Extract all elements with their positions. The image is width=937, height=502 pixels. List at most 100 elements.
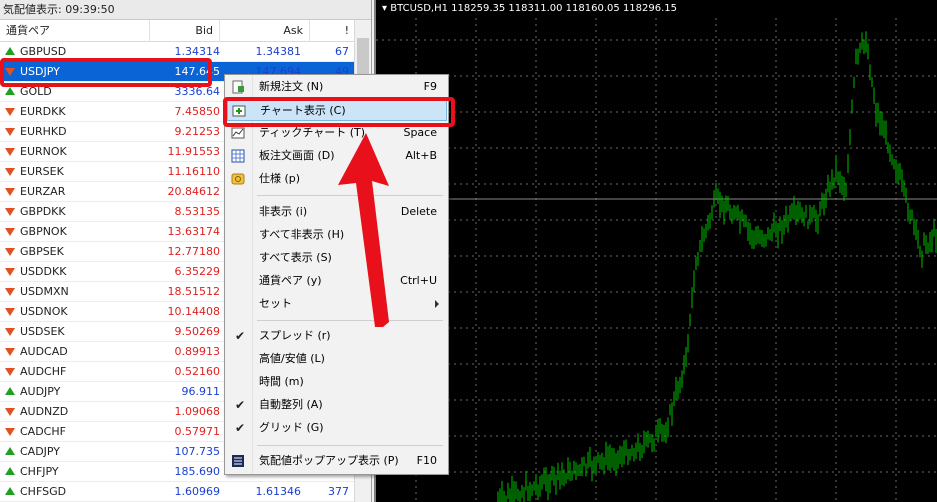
menu-item-label: 自動整列 (A)	[259, 398, 323, 411]
symbol-name: GBPSEK	[20, 245, 64, 258]
market-watch-row[interactable]: CHFSGD 1.60969 1.61346 377	[0, 482, 355, 502]
symbol-name: CADCHF	[20, 425, 66, 438]
symbol-name: USDSEK	[20, 325, 65, 338]
chart-title-text: BTCUSD,H1 118259.35 118311.00 118160.05 …	[390, 3, 678, 14]
menu-item-label: グリッド (G)	[259, 421, 324, 434]
arrow-down-icon	[5, 168, 15, 176]
symbol-name: EURHKD	[20, 125, 67, 138]
popup-prices-icon	[231, 454, 245, 468]
bid-price: 185.690	[174, 465, 221, 478]
symbol-name: GBPNOK	[20, 225, 67, 238]
arrow-down-icon	[5, 248, 15, 256]
new-order-icon	[231, 80, 245, 94]
bid-price: 9.50269	[174, 325, 221, 338]
symbol-name: EURZAR	[20, 185, 66, 198]
column-header-symbol[interactable]: 通貨ペア	[0, 20, 150, 42]
menu-item[interactable]: 高値/安値 (L)	[227, 348, 447, 370]
menu-item[interactable]: すべて非表示 (H)	[227, 224, 447, 246]
menu-item[interactable]: ティックチャート (T) Space	[227, 122, 447, 144]
symbol-name: CADJPY	[20, 445, 61, 458]
market-watch-header: 通貨ペア Bid Ask !	[0, 20, 355, 42]
arrow-down-icon	[5, 148, 15, 156]
column-header-ask[interactable]: Ask	[220, 20, 310, 42]
menu-item-label: 仕様 (p)	[259, 172, 301, 185]
menu-item-label: セット	[259, 297, 292, 310]
symbol-name: EURNOK	[20, 145, 67, 158]
ask-price: 1.34381	[255, 45, 302, 58]
symbol-name: AUDNZD	[20, 405, 69, 418]
menu-item-label: 通貨ペア (y)	[259, 274, 322, 287]
arrow-down-icon	[5, 288, 15, 296]
bid-price: 1.34314	[174, 45, 221, 58]
menu-item[interactable]: ✔ 自動整列 (A)	[227, 394, 447, 416]
market-watch-row[interactable]: GBPUSD 1.34314 1.34381 67	[0, 42, 355, 62]
ask-price: 1.61346	[255, 485, 302, 498]
bid-price: 20.84612	[167, 185, 221, 198]
menu-item[interactable]: すべて表示 (S)	[227, 247, 447, 269]
menu-item-label: 高値/安値 (L)	[259, 352, 325, 365]
chart-window-icon	[232, 104, 246, 118]
bid-price: 1.60969	[174, 485, 221, 498]
menu-item-label: すべて非表示 (H)	[259, 228, 345, 241]
arrow-down-icon	[5, 308, 15, 316]
symbol-name: USDNOK	[20, 305, 68, 318]
menu-item-label: 非表示 (i)	[259, 205, 308, 218]
menu-item[interactable]: 新規注文 (N) F9	[227, 76, 447, 98]
depth-of-market-icon	[231, 149, 245, 163]
tick-chart-icon	[231, 126, 245, 140]
arrow-up-icon	[5, 387, 15, 395]
bid-price: 3336.64	[174, 85, 221, 98]
bid-price: 13.63174	[167, 225, 221, 238]
arrow-down-icon	[5, 408, 15, 416]
bid-price: 11.16110	[167, 165, 221, 178]
menu-item-label: すべて表示 (S)	[259, 251, 332, 264]
bid-price: 7.45850	[174, 105, 221, 118]
menu-item[interactable]: チャート表示 (C)	[227, 99, 447, 121]
arrow-down-icon	[5, 268, 15, 276]
spread-value: 67	[335, 45, 349, 58]
bid-price: 0.57971	[174, 425, 221, 438]
menu-item[interactable]: セット	[227, 293, 447, 315]
checkmark-icon: ✔	[235, 421, 246, 435]
symbol-name: GOLD	[20, 85, 52, 98]
menu-item[interactable]: 仕様 (p)	[227, 168, 447, 190]
symbol-name: USDMXN	[20, 285, 69, 298]
menu-item[interactable]: 板注文画面 (D) Alt+B	[227, 145, 447, 167]
specification-icon	[231, 172, 245, 186]
chart-title: ▾ BTCUSD,H1 118259.35 118311.00 118160.0…	[382, 3, 678, 14]
menu-item[interactable]: ✔ グリッド (G)	[227, 417, 447, 439]
menu-item-shortcut: F10	[416, 454, 437, 467]
menu-item[interactable]: 気配値ポップアップ表示 (P) F10	[227, 450, 447, 472]
column-header-spread[interactable]: !	[310, 20, 355, 42]
menu-item[interactable]: 通貨ペア (y) Ctrl+U	[227, 270, 447, 292]
chart-window[interactable]: ▾ BTCUSD,H1 118259.35 118311.00 118160.0…	[374, 0, 937, 502]
menu-item-shortcut: Space	[403, 126, 437, 139]
arrow-down-icon	[5, 108, 15, 116]
arrow-down-icon	[5, 128, 15, 136]
symbol-name: EURSEK	[20, 165, 64, 178]
menu-item-label: ティックチャート (T)	[259, 126, 366, 139]
price-chart	[376, 18, 937, 502]
bid-price: 8.53135	[174, 205, 221, 218]
market-watch-title: 気配値表示: 09:39:50	[0, 0, 371, 20]
menu-item[interactable]: 非表示 (i) Delete	[227, 201, 447, 223]
bid-price: 18.51512	[167, 285, 221, 298]
arrow-up-icon	[5, 87, 15, 95]
column-header-bid[interactable]: Bid	[150, 20, 220, 42]
checkmark-icon: ✔	[235, 398, 246, 412]
bid-price: 147.645	[174, 65, 221, 78]
menu-separator	[257, 195, 443, 196]
bid-price: 11.91553	[167, 145, 221, 158]
symbol-name: AUDJPY	[20, 385, 61, 398]
menu-item[interactable]: ✔ スプレッド (r)	[227, 325, 447, 347]
submenu-arrow-icon	[435, 300, 439, 308]
menu-item-shortcut: Alt+B	[405, 149, 437, 162]
context-menu: 新規注文 (N) F9 チャート表示 (C) ティックチャート (T) Space 板注文…	[224, 74, 449, 475]
menu-item-label: 時間 (m)	[259, 375, 304, 388]
bid-price: 0.52160	[174, 365, 221, 378]
symbol-name: CHFSGD	[20, 485, 67, 498]
menu-item[interactable]: 時間 (m)	[227, 371, 447, 393]
menu-item-shortcut: F9	[423, 80, 437, 93]
menu-item-shortcut: Delete	[400, 205, 437, 218]
symbol-name: CHFJPY	[20, 465, 59, 478]
